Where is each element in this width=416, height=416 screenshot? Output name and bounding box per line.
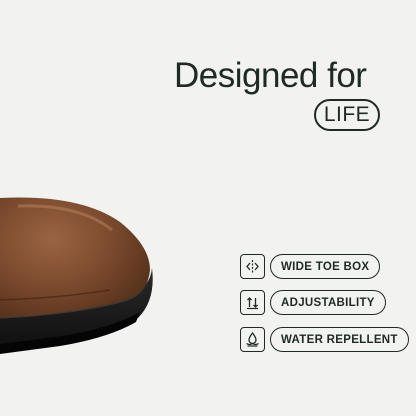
feature-label: WATER REPELLENT — [270, 327, 409, 352]
life-pill: LIFE — [314, 99, 380, 131]
water-drop-icon — [240, 327, 265, 352]
product-banner: Designed for LIFE WIDE TOE BOX ADJUSTABI… — [0, 0, 416, 416]
feature-label: ADJUSTABILITY — [270, 290, 386, 315]
adjust-arrows-icon — [240, 290, 265, 315]
headline-title: Designed for — [174, 56, 367, 95]
wide-toe-arrows-icon — [240, 254, 265, 279]
feature-label: WIDE TOE BOX — [270, 254, 381, 279]
